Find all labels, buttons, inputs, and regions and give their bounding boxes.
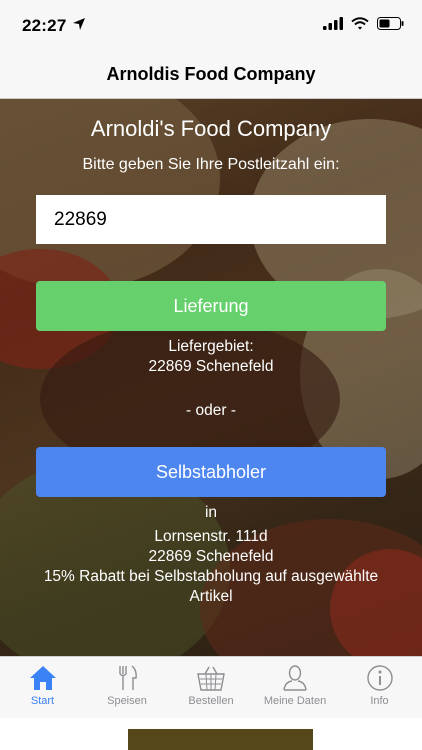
navigation-bar: Arnoldis Food Company [0,50,422,99]
or-separator: - oder - [186,402,236,419]
pickup-discount-note: 15% Rabatt bei Selbstabholung auf ausgew… [43,568,379,605]
tab-label: Meine Daten [263,695,327,707]
bottom-banner[interactable] [128,729,313,750]
tab-info[interactable]: Info [337,657,422,719]
delivery-button[interactable]: Lieferung [36,281,386,331]
info-icon [366,665,393,691]
tab-label: Bestellen [188,695,234,707]
tab-bar: Start Speisen Bestellen Meine Daten Info [0,656,422,718]
tab-meine-daten[interactable]: Meine Daten [253,657,337,719]
status-time: 22:27 [22,16,67,35]
delivery-area-label: Liefergebiet: [168,338,254,355]
cutlery-icon [119,665,137,690]
tab-label: Info [370,695,389,707]
tab-label: Start [30,695,55,707]
pickup-button[interactable]: Selbstabholer [36,447,386,497]
tab-start[interactable]: Start [0,657,85,719]
tab-bestellen[interactable]: Bestellen [169,657,253,719]
wifi-icon [351,17,369,30]
tab-label: Speisen [107,695,147,707]
signal-icon [323,17,343,30]
delivery-area-value: 22869 Schenefeld [148,358,274,375]
tab-speisen[interactable]: Speisen [85,657,169,719]
home-icon [29,666,56,690]
pickup-street: Lornsenstr. 111d [154,528,268,545]
user-icon [283,665,307,691]
main-title: Arnoldi's Food Company [90,116,332,141]
zip-prompt-label: Bitte geben Sie Ihre Postleitzahl ein: [82,156,340,173]
zip-code-input[interactable] [36,195,386,244]
basket-icon [197,666,225,691]
pickup-in-label: in [204,504,218,521]
status-bar: 22:27 [0,0,422,50]
start-content: Arnoldi's Food Company Bitte geben Sie I… [0,99,422,656]
pickup-city: 22869 Schenefeld [148,548,274,565]
status-indicators [323,17,404,30]
location-arrow-icon [73,18,85,30]
nav-title: Arnoldis Food Company [106,64,316,84]
battery-icon [377,17,404,30]
